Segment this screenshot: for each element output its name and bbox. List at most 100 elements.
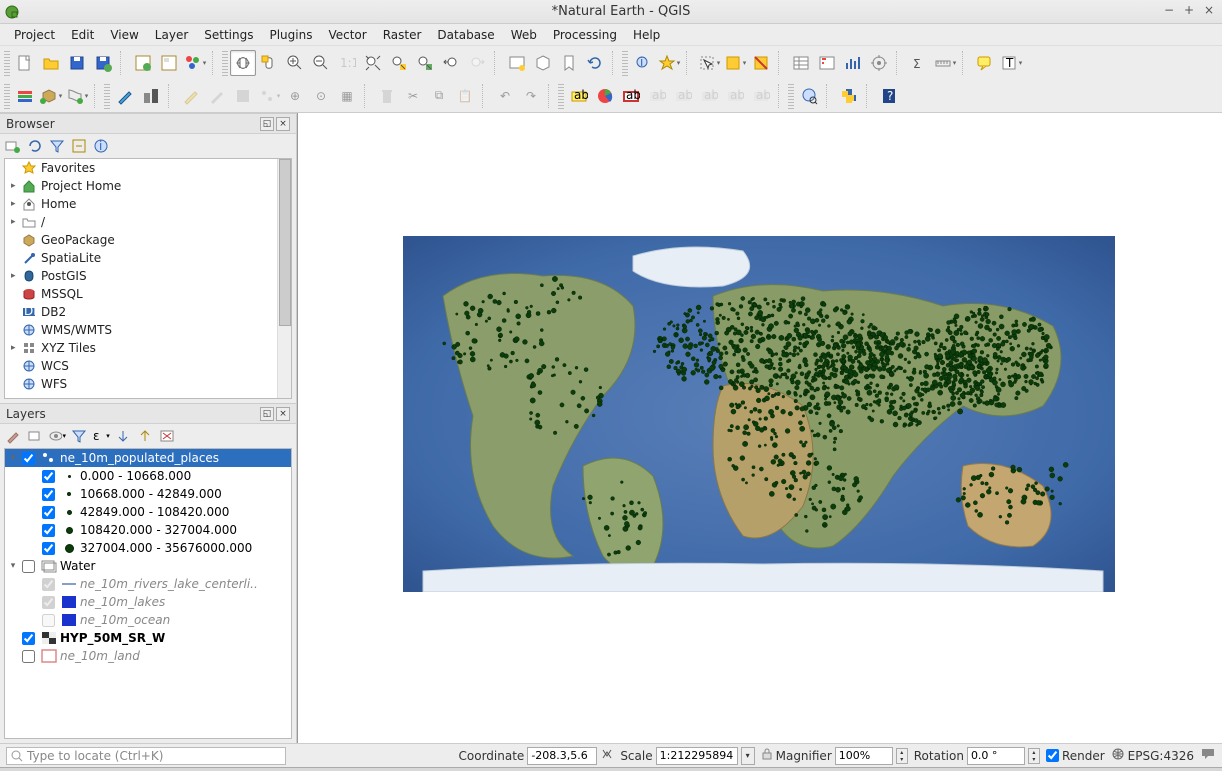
map-canvas[interactable] — [297, 113, 1222, 743]
layers-tree[interactable]: ▾ne_10m_populated_places0.000 - 10668.00… — [4, 448, 292, 739]
toolbar-handle[interactable] — [4, 83, 10, 109]
lock-icon[interactable] — [761, 748, 773, 763]
magnifier-spinner[interactable]: ▴▾ — [896, 748, 908, 764]
toolbar-handle[interactable] — [222, 50, 228, 76]
data-source-manager-button[interactable] — [12, 83, 38, 109]
toolbar-handle[interactable] — [558, 83, 564, 109]
remove-layer-icon[interactable] — [158, 427, 176, 445]
expand-all-icon[interactable] — [114, 427, 132, 445]
select-by-value-button[interactable]: ▾ — [722, 50, 748, 76]
layer-class-row[interactable]: 0.000 - 10668.000 — [5, 467, 291, 485]
field-calculator-button[interactable] — [814, 50, 840, 76]
layer-row[interactable]: ▾Water — [5, 557, 291, 575]
help-button[interactable]: ? — [876, 83, 902, 109]
properties-icon[interactable]: i — [92, 137, 110, 155]
coord-toggle-icon[interactable] — [600, 747, 614, 764]
label-highlight-button[interactable]: abc — [618, 83, 644, 109]
style-manager-button[interactable]: ▾ — [182, 50, 208, 76]
browser-item[interactable]: ▸XYZ Tiles — [5, 339, 291, 357]
layer-row[interactable]: HYP_50M_SR_W — [5, 629, 291, 647]
add-layer-icon[interactable] — [4, 137, 22, 155]
save-project-button[interactable] — [64, 50, 90, 76]
browser-close-button[interactable]: × — [276, 117, 290, 131]
refresh-icon[interactable] — [26, 137, 44, 155]
select-features-button[interactable]: ▾ — [696, 50, 722, 76]
new-project-button[interactable] — [12, 50, 38, 76]
pan-to-selection-button[interactable] — [256, 50, 282, 76]
collapse-all-icon[interactable] — [136, 427, 154, 445]
menu-plugins[interactable]: Plugins — [261, 26, 320, 44]
current-edits-button[interactable] — [112, 83, 138, 109]
new-print-layout-button[interactable] — [130, 50, 156, 76]
menu-raster[interactable]: Raster — [375, 26, 430, 44]
zoom-to-layer-button[interactable] — [412, 50, 438, 76]
browser-item[interactable]: ▸PostGIS — [5, 267, 291, 285]
layer-class-row[interactable]: 327004.000 - 35676000.000 — [5, 539, 291, 557]
toolbox-button[interactable] — [866, 50, 892, 76]
layer-class-row[interactable]: 42849.000 - 108420.000 — [5, 503, 291, 521]
layer-class-row[interactable]: 10668.000 - 42849.000 — [5, 485, 291, 503]
browser-tree[interactable]: Favorites▸Project Home▸Home▸/GeoPackageS… — [4, 158, 292, 399]
browser-item[interactable]: ▸/ — [5, 213, 291, 231]
add-group-icon[interactable] — [26, 427, 44, 445]
menu-layer[interactable]: Layer — [147, 26, 196, 44]
magnifier-input[interactable] — [835, 747, 893, 765]
render-checkbox[interactable] — [1046, 749, 1059, 762]
filter-legend-icon[interactable] — [70, 427, 88, 445]
toggle-editing-button[interactable] — [138, 83, 164, 109]
browser-item[interactable]: WMS/WMTS — [5, 321, 291, 339]
browser-item[interactable]: ▸Home — [5, 195, 291, 213]
toolbar-handle[interactable] — [622, 50, 628, 76]
identify-button[interactable]: i — [630, 50, 656, 76]
layers-detach-button[interactable]: ◱ — [260, 407, 274, 421]
statistics-button[interactable] — [840, 50, 866, 76]
zoom-full-button[interactable] — [360, 50, 386, 76]
browser-item[interactable]: SpatiaLite — [5, 249, 291, 267]
layer-row[interactable]: ▾ne_10m_populated_places — [5, 449, 291, 467]
rotation-spinner[interactable]: ▴▾ — [1028, 748, 1040, 764]
crs-icon[interactable] — [1111, 747, 1125, 764]
layer-row[interactable]: ne_10m_ocean — [5, 611, 291, 629]
metasearch-button[interactable] — [796, 83, 822, 109]
layer-diagram-button[interactable] — [592, 83, 618, 109]
labeling-button[interactable]: abc — [566, 83, 592, 109]
text-annotation-button[interactable]: T▾ — [998, 50, 1024, 76]
python-console-button[interactable] — [836, 83, 862, 109]
layout-manager-button[interactable] — [156, 50, 182, 76]
rotation-input[interactable] — [967, 747, 1025, 765]
save-as-button[interactable] — [90, 50, 116, 76]
zoom-out-button[interactable] — [308, 50, 334, 76]
open-attribute-table-button[interactable] — [788, 50, 814, 76]
menu-help[interactable]: Help — [625, 26, 668, 44]
menu-project[interactable]: Project — [6, 26, 63, 44]
menu-vector[interactable]: Vector — [320, 26, 374, 44]
measure-button[interactable]: ▾ — [932, 50, 958, 76]
menu-database[interactable]: Database — [429, 26, 502, 44]
zoom-in-button[interactable] — [282, 50, 308, 76]
new-3d-view-button[interactable] — [530, 50, 556, 76]
zoom-last-button[interactable] — [438, 50, 464, 76]
layer-row[interactable]: ne_10m_land — [5, 647, 291, 665]
new-shapefile-button[interactable]: ▾ — [64, 83, 90, 109]
new-geopackage-button[interactable]: ▾ — [38, 83, 64, 109]
menu-edit[interactable]: Edit — [63, 26, 102, 44]
browser-item[interactable]: WFS — [5, 375, 291, 393]
maximize-button[interactable]: + — [1182, 4, 1196, 18]
menu-view[interactable]: View — [102, 26, 146, 44]
open-project-button[interactable] — [38, 50, 64, 76]
layer-row[interactable]: ne_10m_lakes — [5, 593, 291, 611]
locator-input[interactable]: Type to locate (Ctrl+K) — [6, 747, 286, 765]
minimize-button[interactable]: − — [1162, 4, 1176, 18]
new-map-view-button[interactable] — [504, 50, 530, 76]
deselect-all-button[interactable] — [748, 50, 774, 76]
browser-detach-button[interactable]: ◱ — [260, 117, 274, 131]
zoom-to-selection-button[interactable] — [386, 50, 412, 76]
crs-label[interactable]: EPSG:4326 — [1128, 749, 1194, 763]
browser-item[interactable]: DB2DB2 — [5, 303, 291, 321]
sigma-button[interactable]: Σ — [906, 50, 932, 76]
collapse-icon[interactable] — [70, 137, 88, 155]
filter-icon[interactable] — [48, 137, 66, 155]
toolbar-handle[interactable] — [4, 50, 10, 76]
messages-icon[interactable] — [1200, 747, 1216, 764]
scale-dropdown[interactable]: ▾ — [741, 747, 755, 765]
